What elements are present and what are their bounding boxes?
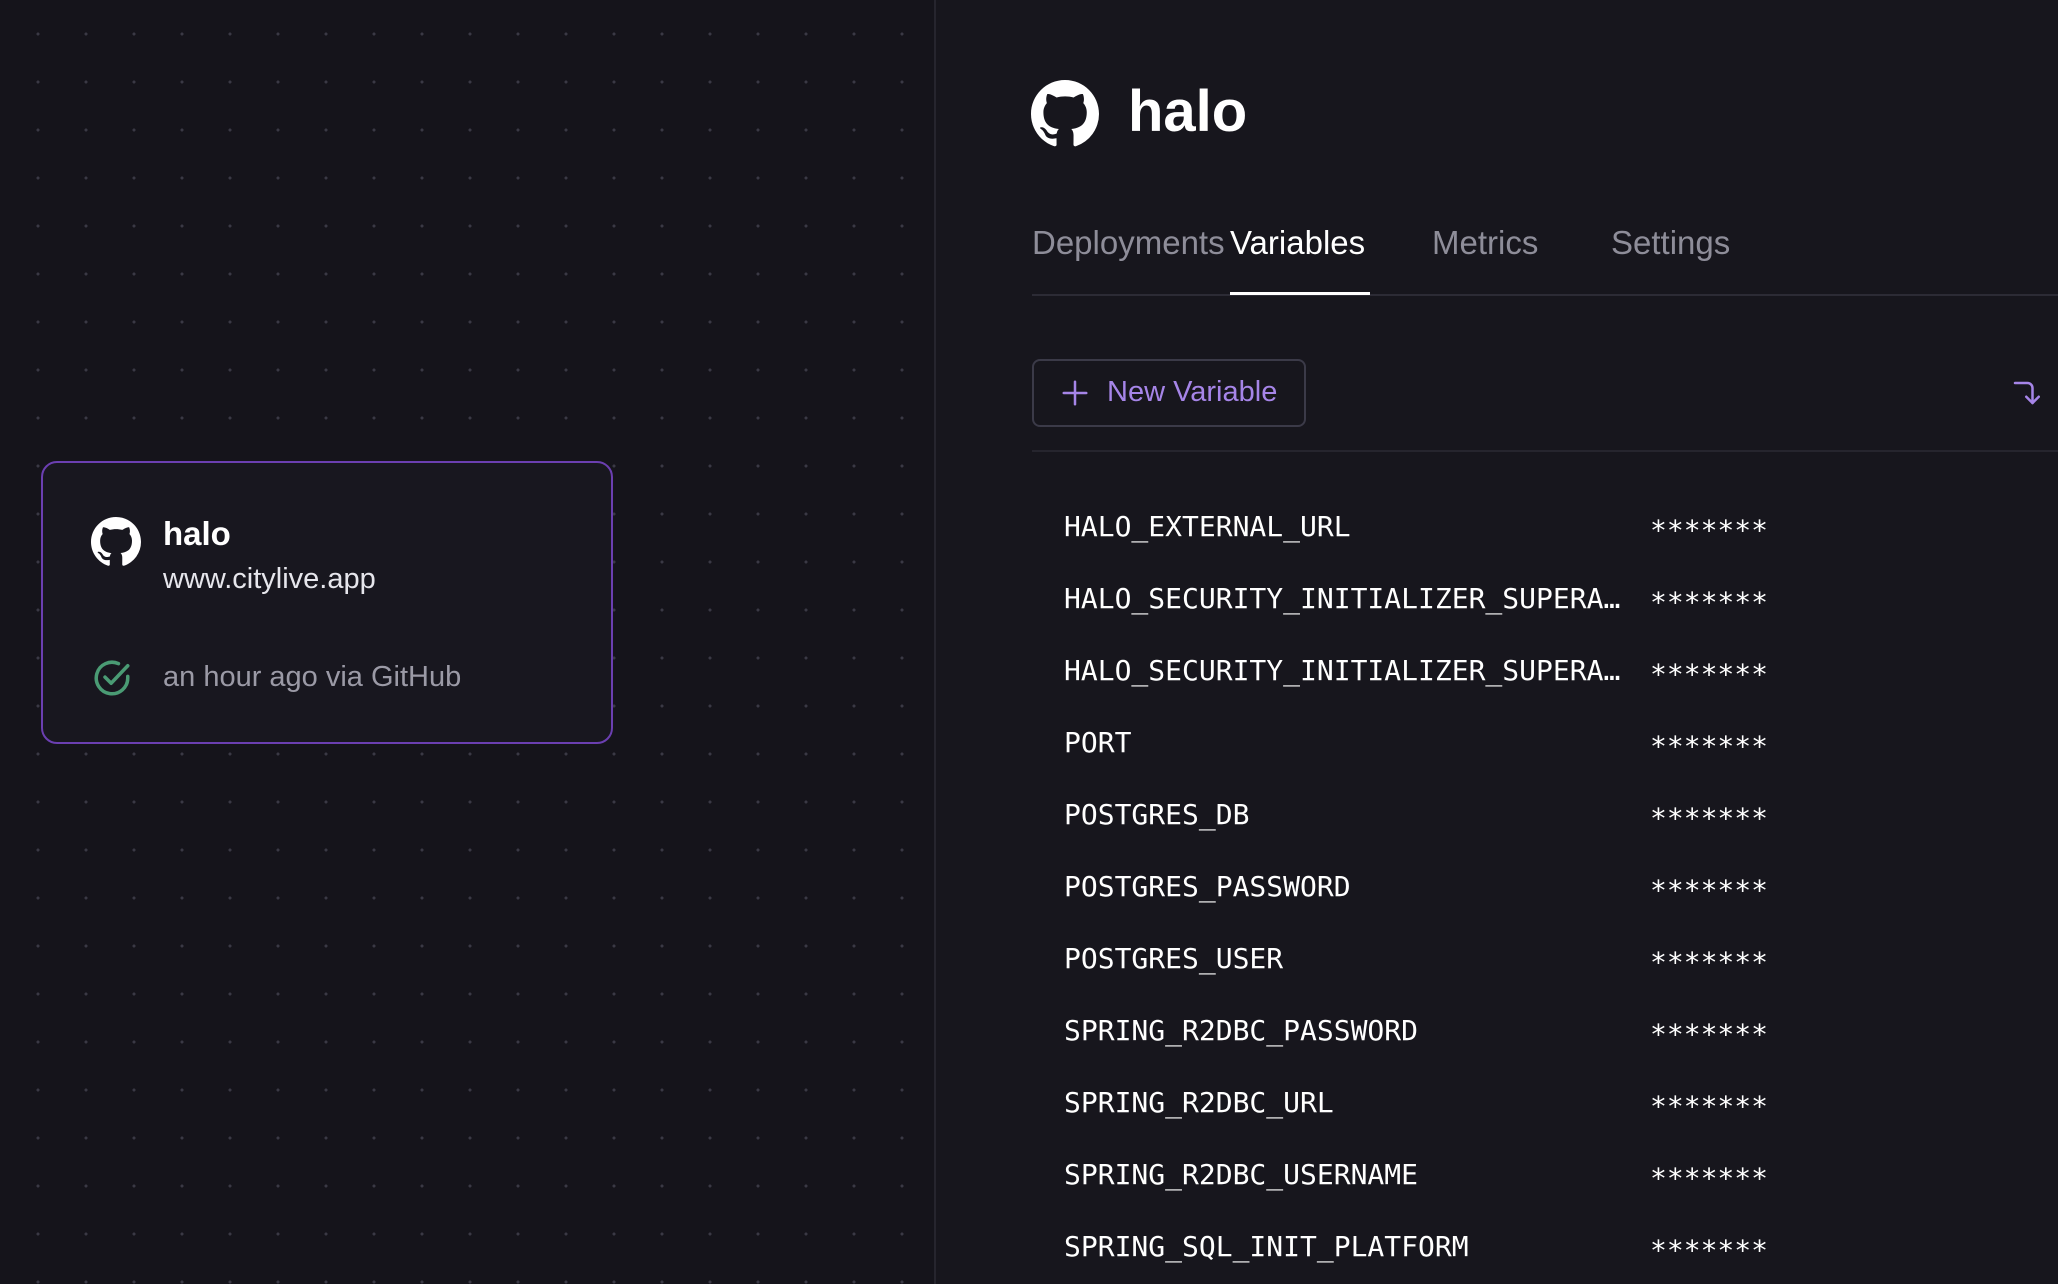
variable-value-masked[interactable]: ******* (1650, 586, 1768, 619)
tab-metrics[interactable]: Metrics (1432, 224, 1538, 262)
tab-settings[interactable]: Settings (1611, 224, 1730, 262)
variable-value-masked[interactable]: ******* (1650, 802, 1768, 835)
variable-value-masked[interactable]: ******* (1650, 946, 1768, 979)
variable-name: POSTGRES_PASSWORD (1064, 870, 1351, 903)
github-icon (91, 517, 141, 566)
variable-row[interactable]: SPRING_R2DBC_URL ******* (1032, 1076, 2058, 1136)
variable-row[interactable]: HALO_EXTERNAL_URL ******* (1032, 500, 2058, 560)
deployment-status-text: an hour ago via GitHub (163, 661, 462, 693)
variable-value-masked[interactable]: ******* (1650, 1018, 1768, 1051)
variable-name: HALO_SECURITY_INITIALIZER_SUPERA… (1064, 654, 1621, 687)
project-canvas[interactable]: halo www.citylive.app an hour ago via Gi… (0, 0, 934, 1284)
plus-icon (1062, 380, 1088, 406)
service-domain-link[interactable]: www.citylive.app (163, 563, 376, 596)
service-card-halo[interactable]: halo www.citylive.app an hour ago via Gi… (41, 461, 613, 744)
active-tab-indicator (1230, 292, 1370, 295)
variable-name: SPRING_SQL_INIT_PLATFORM (1064, 1230, 1469, 1263)
variable-name: HALO_SECURITY_INITIALIZER_SUPERA… (1064, 582, 1621, 615)
service-tabs: Deployments Variables Metrics Settings (1032, 220, 2058, 296)
tab-variables[interactable]: Variables (1230, 224, 1365, 262)
variable-row[interactable]: SPRING_R2DBC_USERNAME ******* (1032, 1148, 2058, 1208)
variable-name: HALO_EXTERNAL_URL (1064, 510, 1351, 543)
variable-value-masked[interactable]: ******* (1650, 1234, 1768, 1267)
variable-row[interactable]: PORT ******* (1032, 716, 2058, 776)
variable-row[interactable]: POSTGRES_DB ******* (1032, 788, 2058, 848)
variable-value-masked[interactable]: ******* (1650, 874, 1768, 907)
corner-down-right-icon[interactable] (2010, 378, 2040, 408)
variable-name: SPRING_R2DBC_PASSWORD (1064, 1014, 1419, 1047)
variables-separator (1032, 450, 2058, 452)
variable-row[interactable]: HALO_SECURITY_INITIALIZER_SUPERA… ******… (1032, 572, 2058, 632)
variable-row[interactable]: HALO_SECURITY_INITIALIZER_SUPERA… ******… (1032, 644, 2058, 704)
variable-value-masked[interactable]: ******* (1650, 1090, 1768, 1123)
variable-row[interactable]: POSTGRES_USER ******* (1032, 932, 2058, 992)
variable-name: SPRING_R2DBC_URL (1064, 1086, 1334, 1119)
variable-value-masked[interactable]: ******* (1650, 730, 1768, 763)
new-variable-label: New Variable (1107, 376, 1278, 408)
service-title: halo (1128, 79, 1248, 144)
variable-row[interactable]: POSTGRES_PASSWORD ******* (1032, 860, 2058, 920)
variable-value-masked[interactable]: ******* (1650, 1162, 1768, 1195)
check-circle-icon (94, 660, 130, 696)
service-name: halo (163, 515, 231, 552)
tab-deployments[interactable]: Deployments (1032, 224, 1225, 262)
variable-name: POSTGRES_DB (1064, 798, 1250, 831)
variable-name: SPRING_R2DBC_USERNAME (1064, 1158, 1419, 1191)
github-icon (1031, 80, 1099, 147)
new-variable-button[interactable]: New Variable (1032, 359, 1306, 427)
variable-row[interactable]: SPRING_SQL_INIT_PLATFORM ******* (1032, 1220, 2058, 1280)
variable-name: PORT (1064, 726, 1132, 759)
variable-value-masked[interactable]: ******* (1650, 658, 1768, 691)
service-detail-panel: halo Deployments Variables Metrics Setti… (936, 0, 2058, 1284)
variable-row[interactable]: SPRING_R2DBC_PASSWORD ******* (1032, 1004, 2058, 1064)
variable-name: POSTGRES_USER (1064, 942, 1284, 975)
variable-value-masked[interactable]: ******* (1650, 514, 1768, 547)
